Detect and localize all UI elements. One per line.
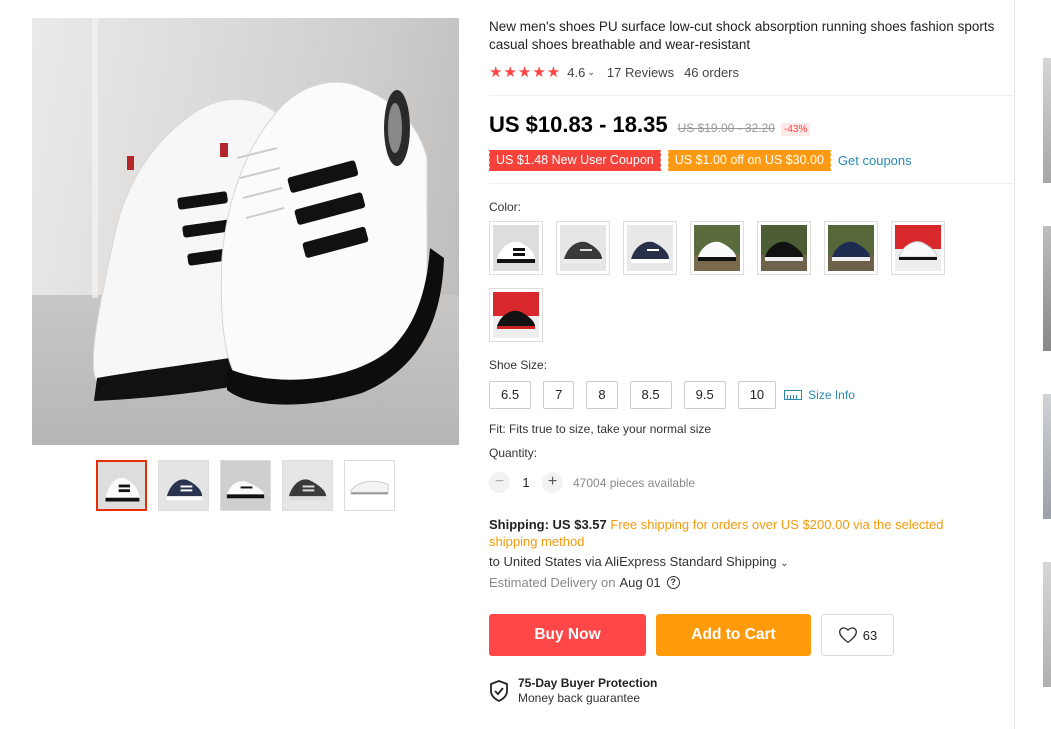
chevron-down-icon[interactable]: ⌄ <box>587 67 595 78</box>
size-info-link[interactable]: Size Info <box>784 388 855 402</box>
reviews-link[interactable]: 17 Reviews <box>607 65 674 80</box>
thumbnail-5[interactable] <box>344 460 395 511</box>
size-option[interactable]: 8.5 <box>629 381 672 409</box>
product-main-image[interactable] <box>32 18 459 445</box>
price-row: US $10.83 - 18.35 US $19.00 - 32.20 -43% <box>489 112 1019 138</box>
star-rating-icon: ★★★★★ <box>489 64 562 81</box>
color-swatch-4[interactable] <box>690 221 744 275</box>
estimated-delivery-date: Aug 01 <box>619 575 661 590</box>
coupons-row: US $1.48 New User Coupon US $1.00 off on… <box>488 150 1019 171</box>
color-label: Color: <box>489 200 522 214</box>
help-icon[interactable]: ? <box>666 576 680 589</box>
wishlist-button[interactable]: 63 <box>821 614 894 656</box>
divider <box>489 95 1014 96</box>
decrease-button[interactable]: − <box>489 472 510 493</box>
shipping-method-label: to United States via AliExpress Standard… <box>489 554 777 569</box>
thumbnail-4[interactable] <box>282 460 333 511</box>
size-option[interactable]: 8 <box>586 381 618 409</box>
quantity-label: Quantity: <box>489 446 538 460</box>
size-option[interactable]: 6.5 <box>489 381 532 409</box>
color-swatch-8[interactable] <box>489 288 543 342</box>
size-options: 6.5 7 8 8.5 9.5 10 Size Info <box>489 381 1019 409</box>
increase-button[interactable]: + <box>542 472 563 493</box>
estimated-delivery-label: Estimated Delivery on <box>489 575 616 590</box>
color-swatch-7[interactable] <box>891 221 945 275</box>
thumbnail-1[interactable] <box>96 460 147 511</box>
shipping-cost: Shipping: US $3.57 <box>489 517 607 532</box>
color-swatch-1[interactable] <box>489 221 543 275</box>
shield-icon <box>490 679 508 702</box>
current-price: US $10.83 - 18.35 <box>489 112 668 137</box>
rating-value[interactable]: 4.6 <box>567 65 585 80</box>
recommended-item-edge[interactable] <box>1043 394 1051 519</box>
protection-title: 75-Day Buyer Protection <box>518 676 658 690</box>
chevron-down-icon: ⌄ <box>780 558 789 569</box>
product-details: New men's shoes PU surface low-cut shock… <box>488 18 1019 705</box>
thumbnail-2[interactable] <box>158 460 209 511</box>
fit-note: Fit: Fits true to size, take your normal… <box>489 422 712 436</box>
orders-count: 46 orders <box>684 64 739 80</box>
color-swatch-2[interactable] <box>556 221 610 275</box>
thumbnail-strip <box>96 460 395 511</box>
wishlist-count: 63 <box>862 627 878 643</box>
discount-badge: -43% <box>780 123 811 136</box>
thumbnail-3[interactable] <box>220 460 271 511</box>
product-title: New men's shoes PU surface low-cut shock… <box>489 19 995 52</box>
color-swatch-6[interactable] <box>824 221 878 275</box>
edge-divider <box>1014 0 1015 729</box>
store-coupon[interactable]: US $1.00 off on US $30.00 <box>666 150 831 171</box>
heart-icon <box>838 627 857 644</box>
color-swatch-5[interactable] <box>757 221 811 275</box>
buy-now-button[interactable]: Buy Now <box>489 614 646 656</box>
color-swatches <box>489 221 959 342</box>
quantity-stepper: − 1 + 47004 pieces available <box>489 472 1019 493</box>
recommended-item-edge[interactable] <box>1043 562 1051 687</box>
color-swatch-3[interactable] <box>623 221 677 275</box>
shipping-method[interactable]: to United States via AliExpress Standard… <box>489 554 1019 569</box>
ruler-icon <box>784 390 803 400</box>
rating-row: ★★★★★ 4.6 ⌄ 17 Reviews 46 orders <box>489 63 1019 81</box>
recommended-item-edge[interactable] <box>1043 226 1051 351</box>
size-option[interactable]: 9.5 <box>683 381 726 409</box>
original-price: US $19.00 - 32.20 <box>677 121 775 135</box>
get-coupons-link[interactable]: Get coupons <box>838 153 912 168</box>
size-option[interactable]: 7 <box>543 381 575 409</box>
divider <box>489 183 1014 184</box>
buyer-protection: 75-Day Buyer Protection Money back guara… <box>489 676 1019 705</box>
size-option[interactable]: 10 <box>737 381 777 409</box>
recommended-item-edge[interactable] <box>1043 58 1051 183</box>
stock-available: 47004 pieces available <box>573 475 696 490</box>
action-buttons: Buy Now Add to Cart 63 <box>489 614 1019 656</box>
new-user-coupon[interactable]: US $1.48 New User Coupon <box>488 150 661 171</box>
estimated-delivery: Estimated Delivery on Aug 01 ? <box>489 575 1019 590</box>
shipping-info: Shipping: US $3.57 Free shipping for ord… <box>489 516 989 550</box>
quantity-input[interactable]: 1 <box>510 475 542 490</box>
shoes-illustration <box>92 81 444 405</box>
size-info-label: Size Info <box>808 388 855 402</box>
add-to-cart-button[interactable]: Add to Cart <box>656 614 811 656</box>
protection-subtitle: Money back guarantee <box>518 691 641 705</box>
size-label: Shoe Size: <box>489 358 548 372</box>
